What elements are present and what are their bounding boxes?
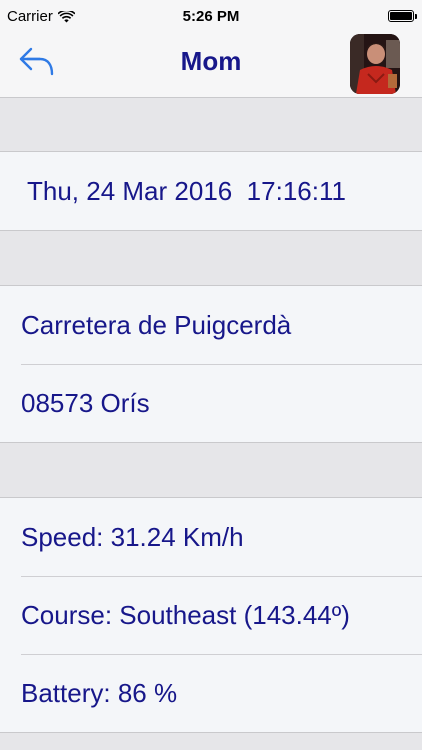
battery-fill <box>390 12 412 20</box>
reply-arrow-icon <box>19 47 54 76</box>
info-section: Speed: 31.24 Km/h Course: Southeast (143… <box>0 497 422 733</box>
date-section: Thu, 24 Mar 2016 17:16:11 <box>0 151 422 231</box>
back-button[interactable] <box>18 44 58 80</box>
contact-photo-icon <box>350 34 400 94</box>
course-cell: Course: Southeast (143.44º) <box>0 576 422 654</box>
battery-cell: Battery: 86 % <box>0 654 422 732</box>
datetime-cell: Thu, 24 Mar 2016 17:16:11 <box>27 175 346 206</box>
battery-icon <box>388 10 417 22</box>
street-cell: Carretera de Puigcerdà <box>21 309 292 340</box>
status-time: 5:26 PM <box>182 8 240 25</box>
address-section: Carretera de Puigcerdà 08573 Orís <box>0 285 422 443</box>
speed-cell: Speed: 31.24 Km/h <box>21 521 244 552</box>
postal-city-cell: 08573 Orís <box>0 364 422 442</box>
navigation-bar: Mom <box>0 34 422 98</box>
avatar[interactable] <box>350 34 400 94</box>
page-title: Mom <box>180 46 242 76</box>
status-bar: Carrier 5:26 PM <box>0 0 422 34</box>
